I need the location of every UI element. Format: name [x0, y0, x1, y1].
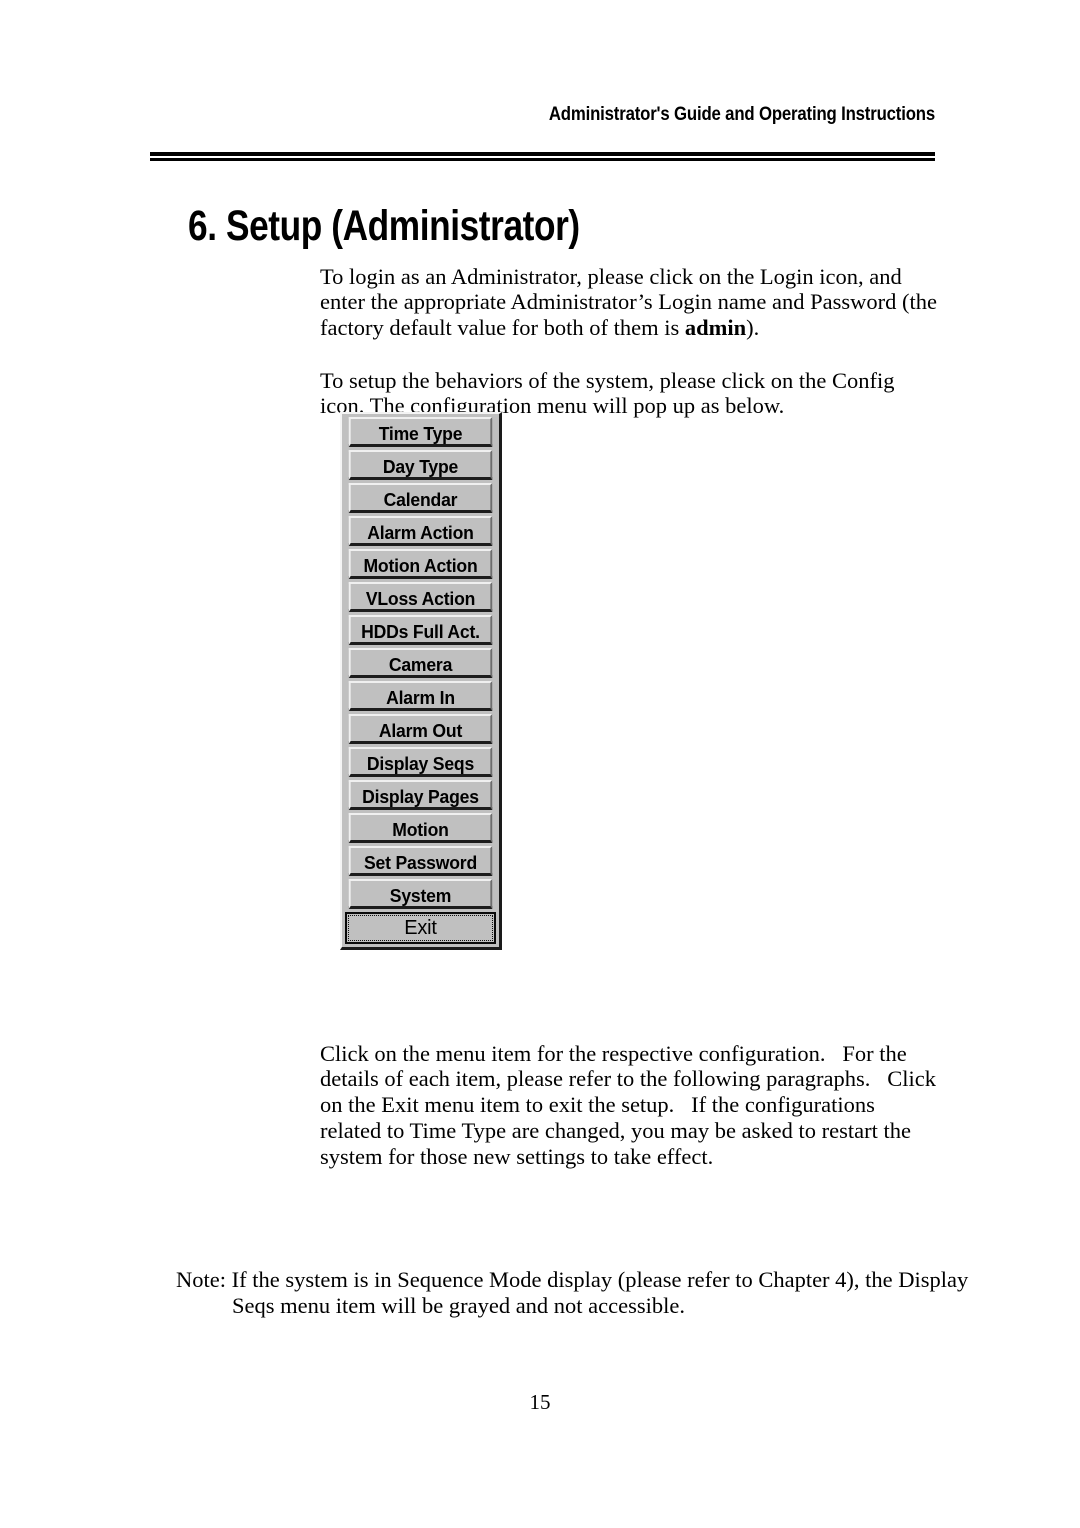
- menu-item-alarm-in[interactable]: Alarm In: [348, 681, 493, 711]
- configuration-menu-button-list: Time Type Day Type Calendar Alarm Action…: [344, 416, 497, 945]
- menu-item-day-type[interactable]: Day Type: [348, 450, 493, 480]
- document-page: Administrator's Guide and Operating Inst…: [0, 0, 1080, 1528]
- configuration-menu-panel[interactable]: Time Type Day Type Calendar Alarm Action…: [340, 412, 502, 950]
- menu-item-exit-label: Exit: [348, 915, 493, 941]
- note-sequence-mode: Note: If the system is in Sequence Mode …: [176, 1266, 974, 1318]
- running-header-title: Administrator's Guide and Operating Inst…: [548, 103, 935, 125]
- paragraph-login-text-lead: To login as an Administrator, please cli…: [320, 263, 943, 341]
- paragraph-login-default-credential: admin: [684, 315, 747, 341]
- header-rule-thin-bar: [150, 158, 935, 161]
- menu-item-display-seqs[interactable]: Display Seqs: [348, 747, 493, 777]
- menu-item-calendar[interactable]: Calendar: [348, 483, 493, 513]
- menu-item-alarm-out[interactable]: Alarm Out: [348, 714, 493, 744]
- page-title: 6. Setup (Administrator): [188, 201, 580, 250]
- paragraph-menu-usage: Click on the menu item for the respectiv…: [320, 1040, 942, 1169]
- menu-item-motion[interactable]: Motion: [348, 813, 493, 843]
- header-divider-rule: [150, 152, 935, 161]
- menu-item-system[interactable]: System: [348, 879, 493, 909]
- menu-item-display-pages[interactable]: Display Pages: [348, 780, 493, 810]
- menu-item-camera[interactable]: Camera: [348, 648, 493, 678]
- menu-item-set-password[interactable]: Set Password: [348, 846, 493, 876]
- menu-item-exit[interactable]: Exit: [345, 912, 496, 944]
- paragraph-login-instructions: To login as an Administrator, please cli…: [320, 264, 938, 341]
- menu-item-alarm-action[interactable]: Alarm Action: [348, 516, 493, 546]
- page-number: 15: [529, 1390, 551, 1414]
- paragraph-login-text-tail: ).: [746, 315, 760, 341]
- menu-item-time-type[interactable]: Time Type: [348, 417, 493, 447]
- menu-item-hdds-full-act[interactable]: HDDs Full Act.: [348, 615, 493, 645]
- menu-item-vloss-action[interactable]: VLoss Action: [348, 582, 493, 612]
- menu-item-motion-action[interactable]: Motion Action: [348, 549, 493, 579]
